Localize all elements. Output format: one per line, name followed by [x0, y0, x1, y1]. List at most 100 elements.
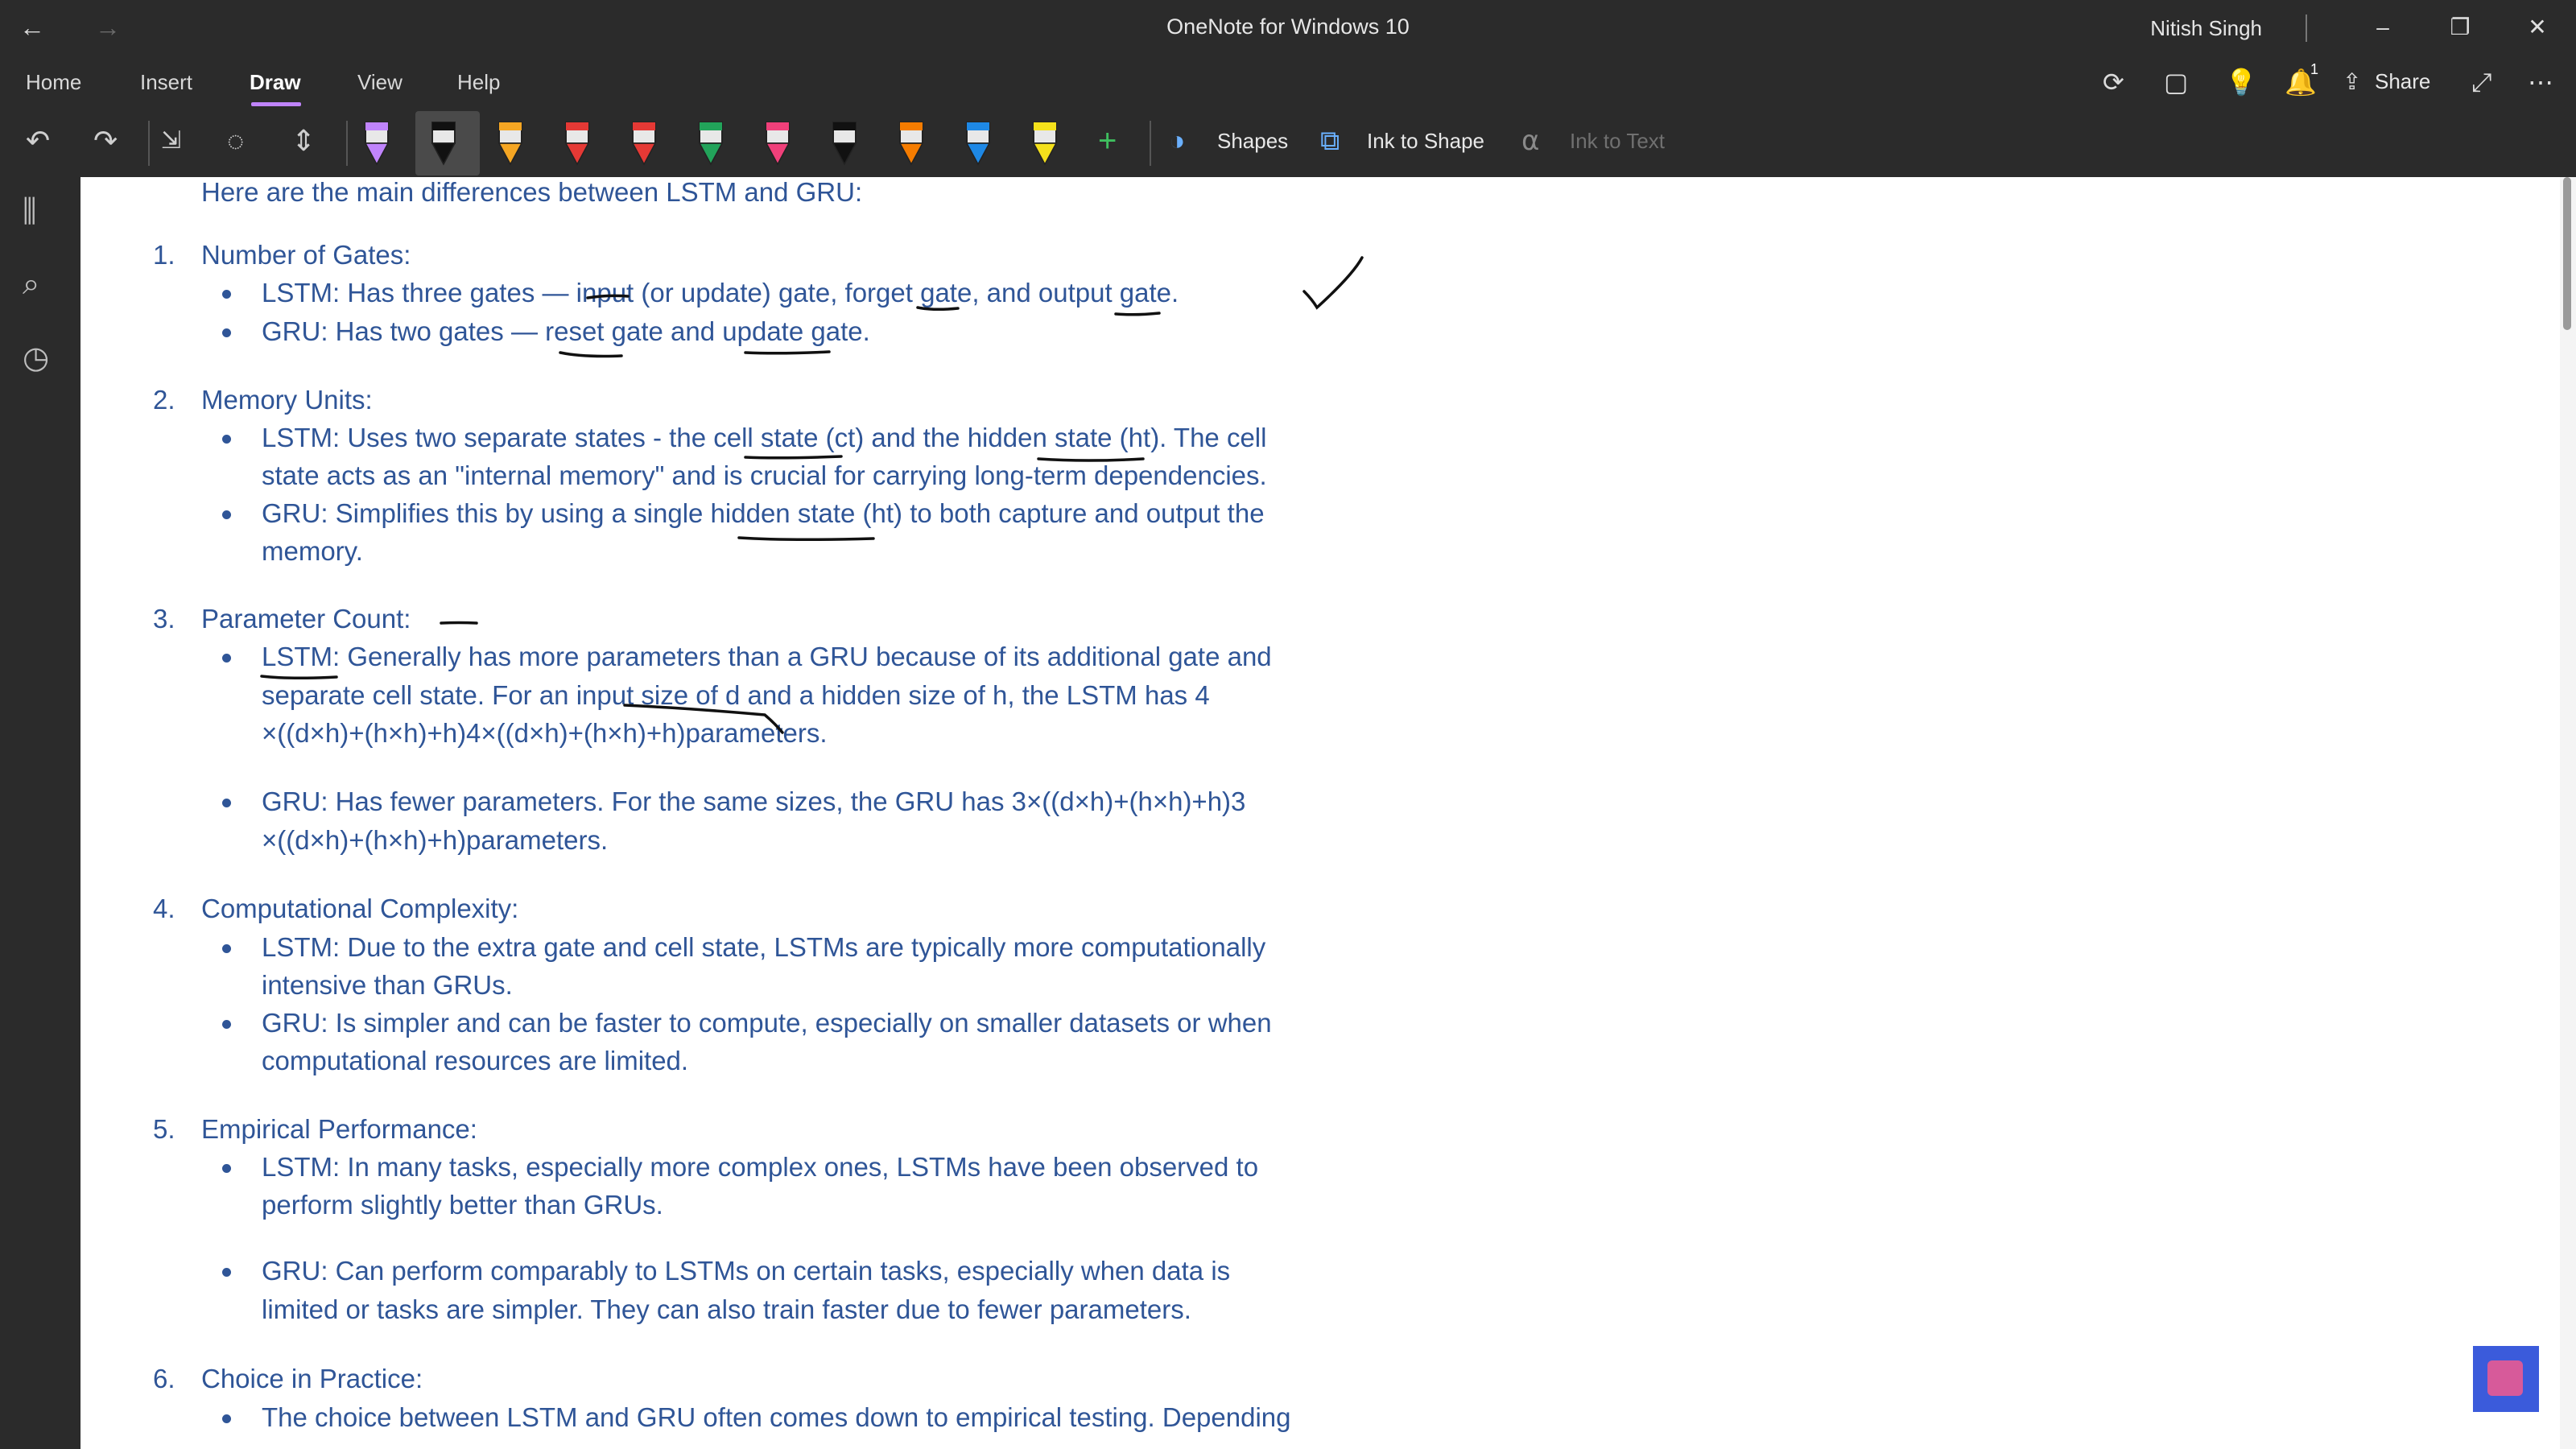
scroll-track[interactable]: [2560, 177, 2576, 1449]
pen-tool-11[interactable]: [1032, 122, 1058, 166]
toolbar-separator: [1150, 121, 1151, 166]
tab-draw[interactable]: Draw: [250, 66, 301, 98]
tab-insert[interactable]: Insert: [140, 66, 192, 98]
lightbulb-icon[interactable]: 💡: [2225, 66, 2257, 98]
section-heading: Empirical Performance:: [201, 1114, 477, 1144]
vertical-scrollbar[interactable]: [2563, 177, 2571, 330]
list-item-continuation: ×((d×h)+(h×h)+h)parameters.: [262, 825, 609, 855]
ink-to-text-button: Ink to Text: [1570, 129, 1666, 153]
sync-icon[interactable]: ⟳: [2103, 66, 2124, 98]
shapes-button[interactable]: Shapes: [1217, 129, 1288, 154]
recent-icon[interactable]: ◷: [23, 340, 49, 376]
app-logo: [2487, 1360, 2523, 1396]
section-heading: Memory Units:: [201, 385, 373, 415]
pen-tool-7[interactable]: [765, 122, 791, 166]
bullet: [222, 799, 231, 807]
section-heading: Computational Complexity:: [201, 894, 519, 923]
bullet: [222, 654, 231, 663]
list-number: 3.: [153, 604, 175, 634]
bullet: [222, 328, 231, 337]
pen-tool-3[interactable]: [497, 122, 523, 166]
list-item-continuation: intensive than GRUs.: [262, 970, 513, 1000]
bullet: [222, 1414, 231, 1423]
ink-to-text-icon: ⍺: [1521, 126, 1540, 156]
tab-view[interactable]: View: [357, 66, 402, 98]
notebooks-icon[interactable]: ⫼: [23, 195, 36, 229]
title-bar: ← → OneNote for Windows 10 Nitish Singh …: [0, 0, 2576, 58]
note-page[interactable]: Here are the main differences between LS…: [80, 177, 2560, 1449]
more-icon[interactable]: ⋯: [2528, 66, 2553, 98]
pen-tool-5[interactable]: [631, 122, 657, 166]
list-item-continuation: memory.: [262, 536, 363, 566]
pen-tool-4[interactable]: [564, 122, 590, 166]
share-button[interactable]: Share: [2375, 69, 2430, 94]
ink-to-shape-button[interactable]: Ink to Shape: [1367, 129, 1484, 154]
list-item: The choice between LSTM and GRU often co…: [262, 1402, 1291, 1432]
minimize-button[interactable]: –: [2359, 10, 2407, 45]
left-navigation: ⫼ ⌕ ◷: [0, 177, 80, 1449]
bullet: [222, 1268, 231, 1277]
tab-home[interactable]: Home: [26, 66, 81, 98]
list-item-continuation: ×((d×h)+(h×h)+h)4×((d×h)+(h×h)+h)paramet…: [262, 718, 828, 748]
list-item: LSTM: In many tasks, especially more com…: [262, 1152, 1259, 1182]
list-item-continuation: computational resources are limited.: [262, 1046, 689, 1075]
pen-tool-10[interactable]: [965, 122, 991, 166]
section-heading: Parameter Count:: [201, 604, 411, 634]
list-item: LSTM: Has three gates — input (or update…: [262, 278, 1179, 308]
pen-tool-9[interactable]: [898, 122, 924, 166]
ink-underline: [744, 455, 843, 460]
ink-underline: [1114, 312, 1161, 316]
section-heading: Choice in Practice:: [201, 1364, 423, 1393]
list-item-continuation: state acts as an "internal memory" and i…: [262, 460, 1267, 490]
forward-arrow-icon[interactable]: →: [95, 11, 121, 43]
expand-icon[interactable]: ⤢: [2471, 66, 2492, 98]
user-name[interactable]: Nitish Singh: [2093, 16, 2262, 41]
list-item-continuation: perform slightly better than GRUs.: [262, 1190, 663, 1220]
ink-to-shape-icon[interactable]: ⧉: [1320, 121, 1340, 161]
ink-checkmark: [1302, 256, 1364, 310]
pen-tool-1[interactable]: [364, 122, 390, 166]
draw-toolbar: ↶ ↷ ⇲ ◌ ⇕ + ◑ Shapes ⧉ Ink to Shape ⍺ In…: [0, 109, 2576, 177]
pen-tool-6[interactable]: [698, 122, 724, 166]
back-arrow-icon[interactable]: ←: [19, 11, 45, 43]
note-intro: Here are the main differences between LS…: [201, 177, 863, 207]
tab-help[interactable]: Help: [457, 66, 500, 98]
list-item-continuation: separate cell state. For an input size o…: [262, 680, 1210, 710]
ribbon-tabs: Home Insert Draw View Help ⟳ ▢ 💡 🔔 1 ⇪ S…: [0, 58, 2576, 109]
ink-underline: [737, 536, 875, 542]
list-number: 6.: [153, 1364, 175, 1393]
ink-underline: [744, 350, 831, 355]
list-item: GRU: Is simpler and can be faster to com…: [262, 1008, 1272, 1038]
list-item: GRU: Has fewer parameters. For the same …: [262, 786, 1246, 816]
ink-underline: [559, 351, 623, 358]
pen-tool-2[interactable]: [431, 122, 456, 166]
restore-button[interactable]: ❐: [2436, 10, 2484, 45]
title-separator: [2306, 14, 2307, 42]
list-number: 1.: [153, 240, 175, 270]
notification-count: 1: [2310, 61, 2319, 77]
list-item-continuation: limited or tasks are simpler. They can a…: [262, 1294, 1191, 1324]
shapes-icon[interactable]: ◑: [1169, 121, 1186, 161]
pen-palette: [364, 122, 1058, 166]
bullet: [222, 435, 231, 444]
list-number: 5.: [153, 1114, 175, 1144]
section-heading: Number of Gates:: [201, 240, 411, 270]
active-tab-indicator: [251, 102, 301, 106]
close-button[interactable]: ✕: [2513, 10, 2562, 45]
bullet: [222, 1020, 231, 1029]
floating-app-icon[interactable]: [2473, 1346, 2539, 1412]
list-number: 4.: [153, 894, 175, 923]
pen-tool-8[interactable]: [832, 122, 857, 166]
bullet: [222, 290, 231, 299]
list-item: LSTM: Due to the extra gate and cell sta…: [262, 932, 1266, 962]
window-title: OneNote for Windows 10: [1166, 14, 1410, 39]
search-icon[interactable]: ⌕: [23, 267, 39, 302]
list-item: LSTM: Generally has more parameters than…: [262, 642, 1272, 671]
add-pen-icon[interactable]: +: [1098, 121, 1117, 161]
bullet: [222, 944, 231, 953]
notebook-icon[interactable]: ▢: [2164, 66, 2188, 98]
list-item: GRU: Has two gates — reset gate and upda…: [262, 316, 870, 346]
share-icon[interactable]: ⇪: [2343, 66, 2361, 98]
ink-underline: [260, 675, 338, 680]
list-number: 2.: [153, 385, 175, 415]
